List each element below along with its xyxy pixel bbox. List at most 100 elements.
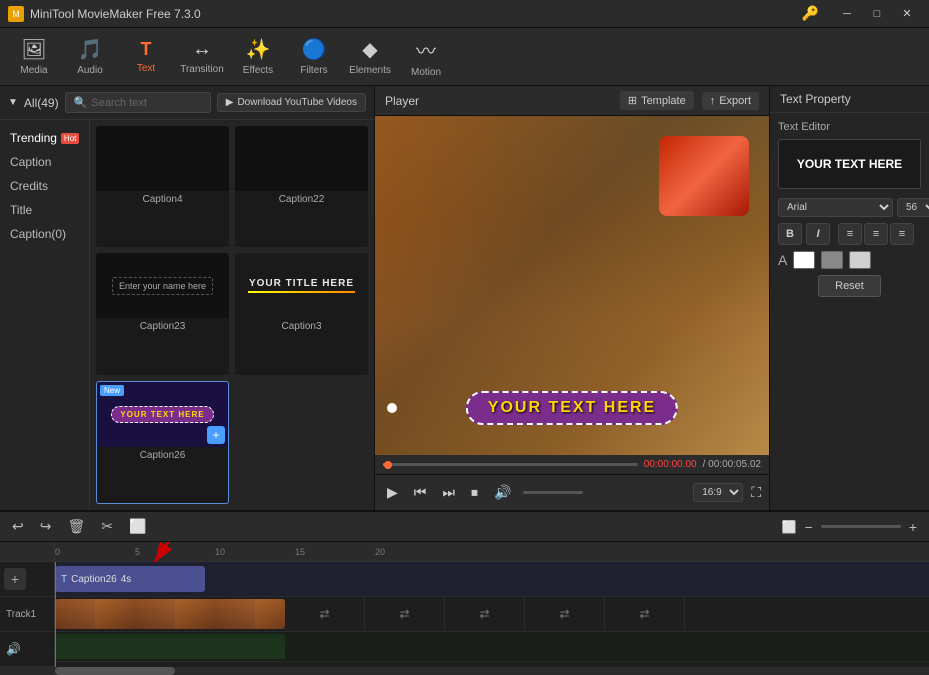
- toolbar-audio[interactable]: 🎵 Audio: [64, 32, 116, 82]
- caption-card-26[interactable]: New YOUR TEXT HERE + Caption26: [96, 381, 229, 504]
- timeline-body: + Track1 🔊 0 5 10 15 20: [0, 542, 929, 667]
- search-bar[interactable]: 🔍 Search text: [65, 92, 211, 113]
- media-label: Media: [20, 65, 47, 76]
- all-count[interactable]: All(49): [24, 96, 59, 110]
- text-preview: YOUR TEXT HERE: [797, 157, 902, 171]
- sidebar-item-caption[interactable]: Caption: [0, 150, 89, 174]
- format-row: B I ≡ ≡ ≡: [778, 223, 921, 245]
- fill-icon: A: [778, 252, 787, 268]
- transition-label: Transition: [180, 64, 224, 75]
- player-controls: ▶ ⏮ ⏭ ⏹ 🔊 16:9 4:3 1:1 ⛶: [375, 474, 769, 510]
- audio-label: Audio: [77, 65, 103, 76]
- color-swatch-light[interactable]: [849, 251, 871, 269]
- text-track-label: +: [0, 562, 54, 597]
- stop-button[interactable]: ⏹: [467, 482, 482, 503]
- toolbar-transition[interactable]: ↔ Transition: [176, 32, 228, 82]
- sidebar-item-trending[interactable]: Trending Hot: [0, 126, 89, 150]
- zoom-in-button[interactable]: +: [905, 517, 921, 537]
- track-cell-5: ⇄: [605, 597, 685, 631]
- text-track: T Caption26 4s: [55, 562, 929, 597]
- text-preview-box[interactable]: YOUR TEXT HERE: [778, 139, 921, 189]
- cut-button[interactable]: ✂: [97, 516, 117, 537]
- sidebar-item-title[interactable]: Title: [0, 198, 89, 222]
- toolbar-text[interactable]: T Text: [120, 32, 172, 82]
- template-button[interactable]: ⊞ Template: [620, 91, 694, 110]
- transfer-icon-2: ⇄: [399, 607, 409, 621]
- zoom-slider[interactable]: [821, 525, 901, 528]
- trending-label: Trending: [10, 131, 57, 145]
- rewind-button[interactable]: ⏮: [410, 482, 431, 503]
- toolbar-media[interactable]: 🖼 Media: [8, 32, 60, 82]
- font-select[interactable]: Arial Times New Roman: [778, 198, 893, 217]
- transfer-icon-3: ⇄: [479, 607, 489, 621]
- search-icon: 🔍: [74, 96, 88, 109]
- aspect-ratio-select[interactable]: 16:9 4:3 1:1: [693, 483, 743, 502]
- close-button[interactable]: ✕: [893, 3, 921, 25]
- export-label: Export: [719, 95, 751, 107]
- caption-card-4[interactable]: Caption4: [96, 126, 229, 247]
- undo-button[interactable]: ↩: [8, 516, 28, 537]
- expand-caret[interactable]: ▼: [8, 97, 18, 108]
- export-button[interactable]: ↑ Export: [702, 92, 759, 110]
- color-swatch-white[interactable]: [793, 251, 815, 269]
- toolbar-elements[interactable]: ◆ Elements: [344, 32, 396, 82]
- play-button[interactable]: ▶: [383, 482, 402, 503]
- text-icon: T: [141, 39, 152, 60]
- youtube-download-button[interactable]: ▶ Download YouTube Videos: [217, 93, 366, 112]
- audio-track-label: 🔊: [0, 632, 54, 667]
- caption-card-3[interactable]: YOUR TITLE HERE Caption3: [235, 253, 368, 374]
- add-caption-button[interactable]: +: [207, 426, 225, 444]
- key-icon: 🔑: [802, 5, 819, 22]
- toolbar-effects[interactable]: ✨ Effects: [232, 32, 284, 82]
- delete-button[interactable]: 🗑: [63, 516, 89, 537]
- main-content: ▼ All(49) 🔍 Search text ▶ Download YouTu…: [0, 86, 929, 510]
- app-title: MiniTool MovieMaker Free 7.3.0: [30, 7, 796, 21]
- italic-button[interactable]: I: [806, 223, 830, 245]
- minimize-button[interactable]: ─: [833, 3, 861, 25]
- yt-label: Download YouTube Videos: [237, 97, 357, 108]
- bold-button[interactable]: B: [778, 223, 802, 245]
- track1-name: Track1: [6, 609, 36, 620]
- toolbar-motion[interactable]: 〰 Motion: [400, 32, 452, 82]
- scrollbar-thumb[interactable]: [55, 667, 175, 675]
- video-clip[interactable]: [55, 599, 285, 629]
- ruler-corner: [0, 542, 54, 562]
- volume-slider[interactable]: [523, 491, 583, 494]
- video-area: YOUR TEXT HERE: [375, 116, 769, 455]
- thumb-title-text: YOUR TITLE HERE: [249, 278, 354, 289]
- maximize-button[interactable]: □: [863, 3, 891, 25]
- sidebar-item-caption0[interactable]: Caption(0): [0, 222, 89, 246]
- volume-icon[interactable]: 🔊: [490, 482, 515, 503]
- text-clip[interactable]: T Caption26 4s: [55, 566, 205, 592]
- caption-card-22[interactable]: Caption22: [235, 126, 368, 247]
- video-track: ⇄ ⇄ ⇄ ⇄ ⇄: [55, 597, 929, 632]
- reset-button[interactable]: Reset: [818, 275, 881, 297]
- caption-thumb-23: Enter your name here: [96, 253, 229, 318]
- caption0-label: Caption(0): [10, 227, 66, 241]
- add-track-button[interactable]: +: [4, 568, 26, 590]
- redo-button[interactable]: ↪: [36, 516, 56, 537]
- track-cell-1: ⇄: [285, 597, 365, 631]
- fullscreen-button[interactable]: ⛶: [751, 484, 761, 501]
- crop-button[interactable]: ⬜: [125, 516, 150, 537]
- zoom-out-button[interactable]: −: [801, 517, 817, 537]
- audio-clip[interactable]: [55, 634, 285, 659]
- forward-button[interactable]: ⏭: [438, 482, 459, 503]
- timeline: ↩ ↪ 🗑 ✂ ⬜ ⬜ − + + Track1: [0, 510, 929, 675]
- timeline-scrollbar[interactable]: [0, 667, 929, 675]
- track-cell-4: ⇄: [525, 597, 605, 631]
- font-size-select[interactable]: 56 48 36 24: [897, 198, 929, 217]
- align-right-button[interactable]: ≡: [890, 223, 914, 245]
- sidebar-item-credits[interactable]: Credits: [0, 174, 89, 198]
- transfer-icon-1: ⇄: [319, 607, 329, 621]
- caption-name-4: Caption4: [96, 191, 229, 208]
- toolbar-filters[interactable]: 🔵 Filters: [288, 32, 340, 82]
- align-center-button[interactable]: ≡: [864, 223, 888, 245]
- timeline-toolbar: ↩ ↪ 🗑 ✂ ⬜ ⬜ − +: [0, 512, 929, 542]
- align-left-button[interactable]: ≡: [838, 223, 862, 245]
- color-swatch-gray[interactable]: [821, 251, 843, 269]
- caption-card-23[interactable]: Enter your name here Caption23: [96, 253, 229, 374]
- caption-thumb-3: YOUR TITLE HERE: [235, 253, 368, 318]
- youtube-icon: ▶: [226, 97, 234, 108]
- seek-slider[interactable]: [383, 463, 638, 466]
